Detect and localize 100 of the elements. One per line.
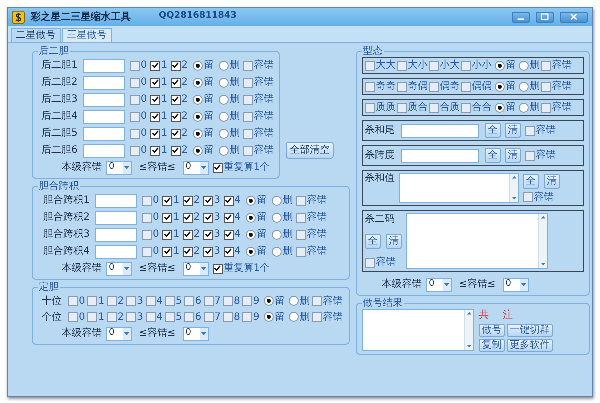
scroll-up-icon[interactable] xyxy=(540,215,546,220)
maximize-button[interactable] xyxy=(536,12,554,22)
checkbox[interactable]: 容错 xyxy=(296,246,327,257)
checkbox[interactable]: 容错 xyxy=(523,192,554,202)
radio-button[interactable]: 删 xyxy=(519,81,540,92)
radio-button[interactable]: 留 xyxy=(246,229,267,240)
checkbox[interactable]: 重复算1个 xyxy=(212,162,270,173)
radio-button[interactable]: 留 xyxy=(264,296,285,306)
small-button[interactable]: 全 xyxy=(365,234,381,248)
checkbox[interactable]: 奇奇 xyxy=(365,81,396,92)
checkbox[interactable]: 容错 xyxy=(525,125,556,136)
radio-button[interactable]: 删 xyxy=(272,229,293,240)
radio-button[interactable]: 删 xyxy=(288,296,310,306)
checkbox[interactable]: 奇偶 xyxy=(397,81,428,92)
checkbox[interactable]: 小大 xyxy=(429,60,460,71)
radio-button[interactable]: 删 xyxy=(219,77,240,88)
checkbox[interactable]: 容错 xyxy=(296,195,327,206)
radio-button[interactable]: 删 xyxy=(219,60,240,71)
radio-button[interactable]: 留 xyxy=(193,111,214,122)
radio-button[interactable]: 留 xyxy=(495,60,516,71)
radio-button[interactable]: 删 xyxy=(219,128,240,139)
radio-button[interactable]: 留 xyxy=(495,102,516,113)
action-button[interactable]: 做号 xyxy=(479,324,505,337)
clear-all-button[interactable]: 全部清空 xyxy=(286,142,334,159)
checkbox[interactable]: 容错 xyxy=(243,111,274,122)
checkbox[interactable]: 质质 xyxy=(365,102,396,113)
input-field[interactable] xyxy=(401,124,479,138)
input-field[interactable] xyxy=(82,92,125,106)
input-field[interactable] xyxy=(82,76,125,90)
checkbox[interactable]: 重复算1个 xyxy=(212,263,270,274)
checkbox[interactable]: 容错 xyxy=(312,296,343,306)
scroll-down-icon[interactable] xyxy=(512,196,516,201)
scroll-down-icon[interactable] xyxy=(466,344,472,349)
checkbox[interactable]: 容错 xyxy=(541,102,572,113)
checkbox[interactable]: 容错 xyxy=(243,145,274,156)
action-button[interactable]: 复制 xyxy=(479,339,505,352)
input-field[interactable] xyxy=(95,244,137,258)
radio-button[interactable]: 删 xyxy=(272,195,293,206)
small-button[interactable]: 清 xyxy=(505,123,521,138)
checkbox[interactable]: 合合 xyxy=(461,102,492,113)
radio-button[interactable]: 留 xyxy=(193,94,214,105)
checkbox[interactable]: 容错 xyxy=(541,60,572,71)
checkbox[interactable]: 小小 xyxy=(461,60,492,71)
input-field[interactable] xyxy=(82,126,125,140)
action-button[interactable]: 更多软件 xyxy=(507,339,553,352)
tolerance-dropdown[interactable]: 0 xyxy=(106,326,132,340)
action-button[interactable]: 一键切群 xyxy=(507,324,553,337)
input-field[interactable] xyxy=(82,144,125,158)
radio-button[interactable]: 留 xyxy=(264,312,285,322)
small-button[interactable]: 全 xyxy=(485,148,501,163)
checkbox[interactable]: 合质 xyxy=(429,102,460,113)
input-field[interactable] xyxy=(95,194,137,208)
small-button[interactable]: 清 xyxy=(505,148,521,163)
small-button[interactable]: 清 xyxy=(386,234,402,248)
scroll-up-icon[interactable] xyxy=(512,175,516,180)
checkbox[interactable]: 容错 xyxy=(296,229,327,240)
tolerance-dropdown[interactable]: 0 xyxy=(106,262,132,276)
checkbox[interactable]: 容错 xyxy=(365,257,402,268)
radio-button[interactable]: 留 xyxy=(495,81,516,92)
radio-button[interactable]: 留 xyxy=(246,195,267,206)
tab[interactable]: 二星做号 xyxy=(11,28,61,42)
radio-button[interactable]: 删 xyxy=(272,212,293,223)
radio-button[interactable]: 留 xyxy=(193,77,214,88)
scroll-down-icon[interactable] xyxy=(540,262,546,267)
text-area[interactable] xyxy=(406,213,548,269)
checkbox[interactable]: 容错 xyxy=(243,60,274,71)
text-area[interactable] xyxy=(362,309,474,351)
tab[interactable]: 三星做号 xyxy=(62,28,112,42)
radio-button[interactable]: 留 xyxy=(193,128,214,139)
text-area[interactable] xyxy=(399,173,519,203)
checkbox[interactable]: 容错 xyxy=(296,212,327,223)
checkbox[interactable]: 质合 xyxy=(397,102,428,113)
checkbox[interactable]: 偶偶 xyxy=(461,81,492,92)
scroll-up-icon[interactable] xyxy=(466,311,472,316)
radio-button[interactable]: 删 xyxy=(272,246,293,257)
checkbox[interactable]: 容错 xyxy=(243,94,274,105)
checkbox[interactable]: 大大 xyxy=(365,60,396,71)
radio-button[interactable]: 留 xyxy=(246,246,267,257)
radio-button[interactable]: 留 xyxy=(193,145,214,156)
input-field[interactable] xyxy=(95,210,137,224)
tolerance-dropdown[interactable]: 0 xyxy=(106,160,132,174)
tolerance-dropdown[interactable]: 0 xyxy=(502,278,529,292)
radio-button[interactable]: 删 xyxy=(219,145,240,156)
checkbox[interactable]: 容错 xyxy=(243,77,274,88)
checkbox[interactable]: 大小 xyxy=(397,60,428,71)
radio-button[interactable]: 删 xyxy=(288,312,310,322)
radio-button[interactable]: 删 xyxy=(219,111,240,122)
radio-button[interactable]: 留 xyxy=(193,60,214,71)
tolerance-dropdown[interactable]: 0 xyxy=(426,278,452,292)
minimize-button[interactable] xyxy=(512,12,530,22)
radio-button[interactable]: 删 xyxy=(519,102,540,113)
tolerance-dropdown[interactable]: 0 xyxy=(182,262,209,276)
checkbox[interactable]: 容错 xyxy=(312,312,343,322)
radio-button[interactable]: 删 xyxy=(519,60,540,71)
checkbox[interactable]: 偶奇 xyxy=(429,81,460,92)
radio-button[interactable]: 留 xyxy=(246,212,267,223)
checkbox[interactable]: 容错 xyxy=(243,128,274,139)
tolerance-dropdown[interactable]: 0 xyxy=(182,160,209,174)
input-field[interactable] xyxy=(82,58,125,72)
radio-button[interactable]: 删 xyxy=(219,94,240,105)
